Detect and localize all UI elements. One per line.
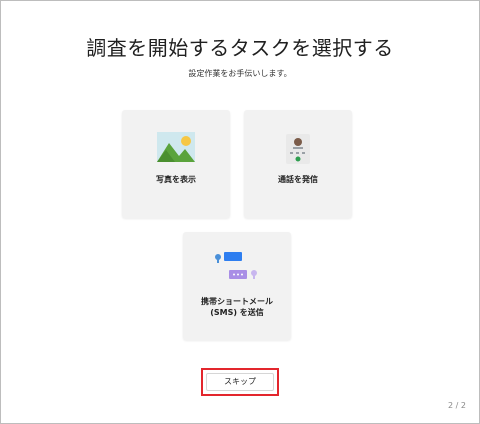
skip-button[interactable]: スキップ — [206, 373, 274, 391]
task-card-view-photos[interactable]: 写真を表示 — [122, 110, 230, 218]
task-label-make-call: 通話を発信 — [278, 175, 318, 184]
task-label-send-sms-line2: (SMS) を送信 — [210, 308, 264, 317]
page-subtitle: 設定作業をお手伝いします。 — [188, 69, 292, 78]
task-card-send-sms[interactable]: 携帯ショートメール (SMS) を送信 — [183, 232, 291, 340]
page-indicator: 2 / 2 — [448, 401, 466, 410]
sms-icon — [215, 252, 257, 279]
task-label-send-sms-line1: 携帯ショートメール — [201, 297, 273, 306]
photo-icon — [157, 132, 195, 162]
task-card-make-call[interactable]: 通話を発信 — [244, 110, 352, 218]
task-label-view-photos: 写真を表示 — [156, 175, 196, 184]
page-title: 調査を開始するタスクを選択する — [86, 36, 394, 60]
phone-call-icon — [286, 134, 310, 164]
window-frame — [0, 0, 480, 424]
skip-highlight-box: スキップ — [201, 368, 279, 396]
